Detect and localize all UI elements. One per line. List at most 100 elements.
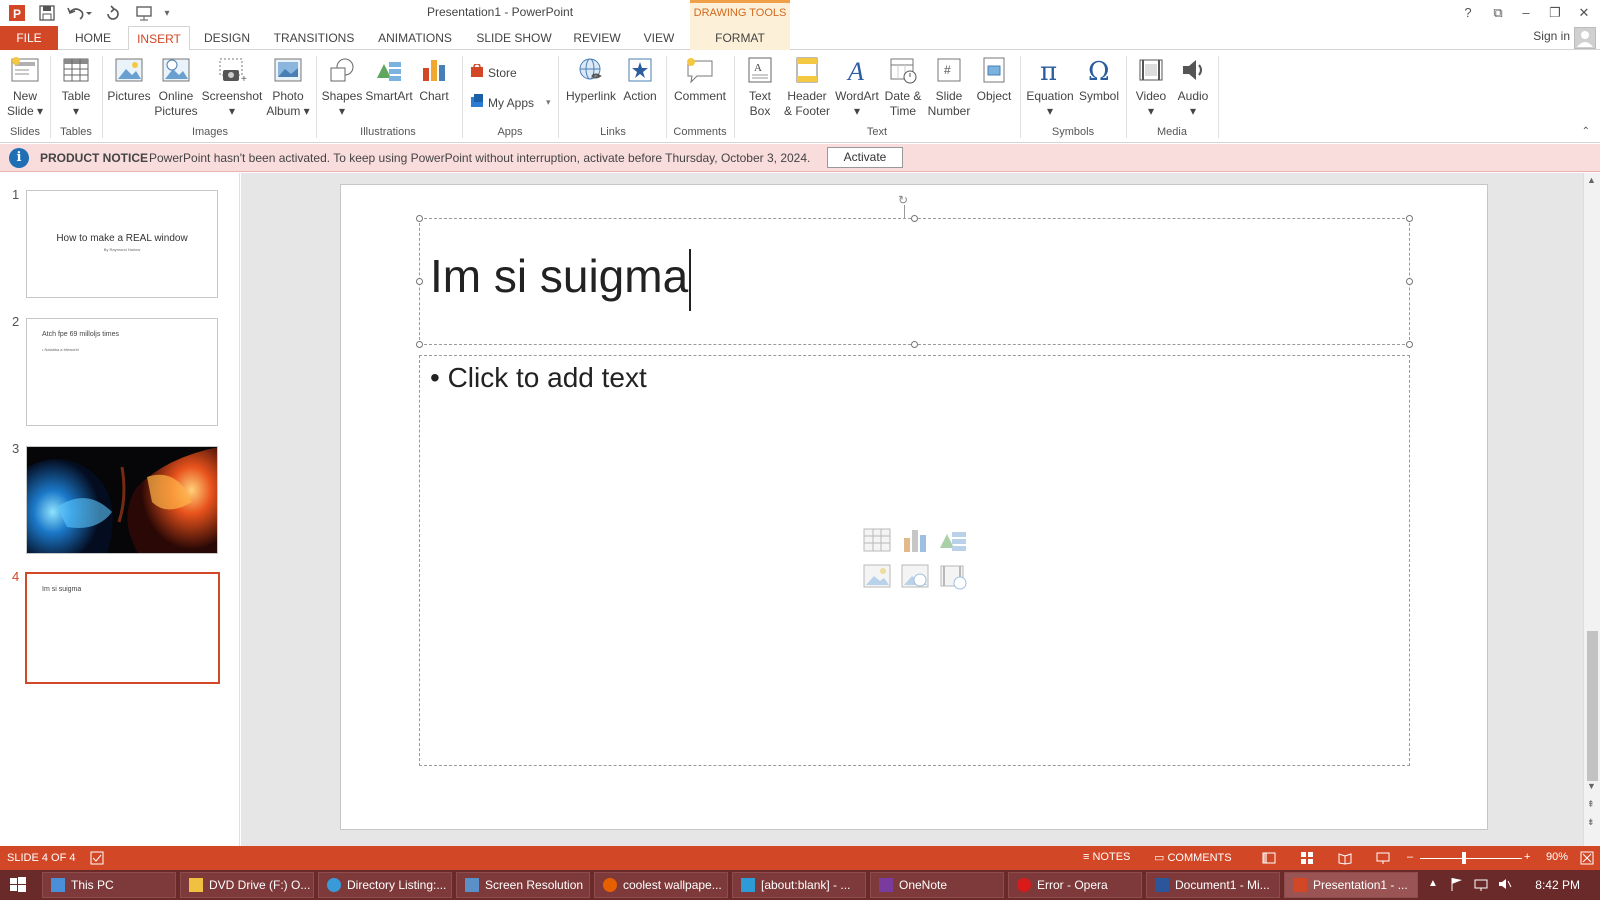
taskbar-item[interactable]: Directory Listing:... xyxy=(318,872,452,898)
object-button[interactable]: Object xyxy=(972,54,1016,104)
resize-handle[interactable] xyxy=(416,278,423,285)
store-button[interactable]: Store xyxy=(470,63,517,81)
header-footer-button[interactable]: Header & Footer xyxy=(782,54,832,119)
ribbon-display-options-icon[interactable]: ⧉ xyxy=(1486,3,1510,23)
resize-handle[interactable] xyxy=(416,215,423,222)
comment-button[interactable]: Comment xyxy=(670,54,730,104)
activate-button[interactable]: Activate xyxy=(827,147,903,168)
slide-thumbnail-2[interactable]: Atch fpe 69 milloljs times • Nalabka a b… xyxy=(26,318,218,426)
scroll-down-icon[interactable]: ▼ xyxy=(1587,781,1596,791)
equation-button[interactable]: π Equation ▾ xyxy=(1024,54,1076,119)
resize-handle[interactable] xyxy=(911,215,918,222)
resize-handle[interactable] xyxy=(1406,215,1413,222)
content-placeholder[interactable]: • Click to add text xyxy=(419,355,1410,766)
shapes-button[interactable]: Shapes ▾ xyxy=(320,54,364,119)
resize-handle[interactable] xyxy=(416,341,423,348)
resize-handle[interactable] xyxy=(1406,278,1413,285)
volume-icon[interactable] xyxy=(1498,877,1512,894)
my-apps-button[interactable]: My Apps ▾ xyxy=(470,94,551,111)
close-button[interactable]: ✕ xyxy=(1572,3,1596,23)
online-pictures-button[interactable]: Online Pictures xyxy=(152,54,200,119)
taskbar-item[interactable]: OneNote xyxy=(870,872,1004,898)
audio-button[interactable]: Audio ▾ xyxy=(1172,54,1214,119)
scrollbar-thumb[interactable] xyxy=(1587,631,1598,781)
spell-check-icon[interactable] xyxy=(90,851,104,868)
insert-pictures-icon[interactable] xyxy=(862,562,892,590)
flag-icon[interactable] xyxy=(1450,877,1464,894)
restore-button[interactable]: ❐ xyxy=(1543,3,1567,23)
taskbar-item[interactable]: DVD Drive (F:) O... xyxy=(180,872,314,898)
my-apps-dropdown-icon[interactable]: ▾ xyxy=(546,97,551,108)
minimize-button[interactable]: – xyxy=(1514,3,1538,23)
body-placeholder-text[interactable]: • Click to add text xyxy=(430,362,647,394)
tab-insert[interactable]: INSERT xyxy=(128,26,190,51)
smartart-button[interactable]: SmartArt xyxy=(364,54,414,104)
slide-number-button[interactable]: # Slide Number xyxy=(926,54,972,119)
hyperlink-button[interactable]: Hyperlink xyxy=(564,54,618,104)
tab-review[interactable]: REVIEW xyxy=(568,26,626,50)
tab-file[interactable]: FILE xyxy=(0,26,58,50)
tab-home[interactable]: HOME xyxy=(66,26,120,50)
scroll-up-icon[interactable]: ▲ xyxy=(1587,175,1596,185)
normal-view-icon[interactable] xyxy=(1262,851,1276,868)
avatar[interactable] xyxy=(1574,27,1596,49)
slide-show-icon[interactable] xyxy=(1376,851,1390,868)
zoom-out-icon[interactable]: – xyxy=(1407,851,1413,863)
slide-sorter-icon[interactable] xyxy=(1300,851,1314,868)
taskbar-item[interactable]: Error - Opera xyxy=(1008,872,1142,898)
vertical-scrollbar[interactable]: ▲ ▼ ⇞ ⇟ xyxy=(1583,173,1600,846)
symbol-button[interactable]: Ω Symbol xyxy=(1076,54,1122,104)
sign-in-link[interactable]: Sign in xyxy=(1533,29,1570,43)
network-icon[interactable] xyxy=(1474,877,1488,894)
wordart-button[interactable]: A WordArt ▾ xyxy=(834,54,880,119)
taskbar-item[interactable]: This PC xyxy=(42,872,176,898)
next-slide-icon[interactable]: ⇟ xyxy=(1587,817,1595,828)
show-hidden-icons-icon[interactable]: ▲ xyxy=(1428,878,1438,889)
start-button-icon[interactable] xyxy=(10,877,26,896)
help-icon[interactable]: ? xyxy=(1456,3,1480,23)
insert-smartart-icon[interactable] xyxy=(938,526,968,554)
slide-thumbnail-1[interactable]: How to make a REAL window By Raymond Har… xyxy=(26,190,218,298)
insert-online-pictures-icon[interactable] xyxy=(900,562,930,590)
comments-button[interactable]: ▭ COMMENTS xyxy=(1154,851,1232,864)
collapse-ribbon-icon[interactable]: ⌃ xyxy=(1582,126,1590,137)
zoom-level[interactable]: 90% xyxy=(1546,851,1568,863)
title-placeholder[interactable]: Im si suigma xyxy=(416,215,1413,348)
previous-slide-icon[interactable]: ⇞ xyxy=(1587,799,1595,810)
tab-view[interactable]: VIEW xyxy=(638,26,680,50)
tab-animations[interactable]: ANIMATIONS xyxy=(372,26,458,50)
text-box-button[interactable]: A Text Box xyxy=(738,54,782,119)
clock[interactable]: 8:42 PM xyxy=(1535,878,1580,892)
zoom-in-icon[interactable]: + xyxy=(1524,851,1530,863)
insert-video-icon[interactable] xyxy=(938,562,968,590)
insert-table-icon[interactable] xyxy=(862,526,892,554)
table-button[interactable]: Table ▾ xyxy=(56,54,96,119)
tab-format[interactable]: FORMAT xyxy=(690,26,790,50)
taskbar-item[interactable]: [about:blank] - ... xyxy=(732,872,866,898)
tab-slide-show[interactable]: SLIDE SHOW xyxy=(472,26,556,50)
photo-album-button[interactable]: Photo Album ▾ xyxy=(262,54,314,119)
resize-handle[interactable] xyxy=(1406,341,1413,348)
new-slide-button[interactable]: New Slide ▾ xyxy=(4,54,46,119)
reading-view-icon[interactable] xyxy=(1338,851,1352,868)
screenshot-button[interactable]: + Screenshot ▾ xyxy=(200,54,264,119)
action-button[interactable]: Action xyxy=(618,54,662,104)
date-time-button[interactable]: Date & Time xyxy=(880,54,926,119)
video-button[interactable]: Video ▾ xyxy=(1130,54,1172,119)
pictures-button[interactable]: Pictures xyxy=(106,54,152,104)
tab-design[interactable]: DESIGN xyxy=(198,26,256,50)
slide-thumbnail-4[interactable]: Im si suigma xyxy=(25,572,220,684)
slide-thumbnail-3[interactable] xyxy=(26,446,218,554)
taskbar-item[interactable]: coolest wallpape... xyxy=(594,872,728,898)
tab-transitions[interactable]: TRANSITIONS xyxy=(268,26,360,50)
chart-button[interactable]: Chart xyxy=(414,54,454,104)
slide-title-text[interactable]: Im si suigma xyxy=(430,249,692,311)
resize-handle[interactable] xyxy=(911,341,918,348)
insert-chart-icon[interactable] xyxy=(900,526,930,554)
taskbar-item[interactable]: Document1 - Mi... xyxy=(1146,872,1280,898)
zoom-slider-thumb[interactable] xyxy=(1462,852,1466,864)
taskbar-item-active[interactable]: Presentation1 - ... xyxy=(1284,872,1418,898)
fit-to-window-icon[interactable] xyxy=(1580,851,1594,868)
notes-button[interactable]: ≡ NOTES xyxy=(1083,851,1130,863)
zoom-slider[interactable] xyxy=(1420,858,1522,859)
